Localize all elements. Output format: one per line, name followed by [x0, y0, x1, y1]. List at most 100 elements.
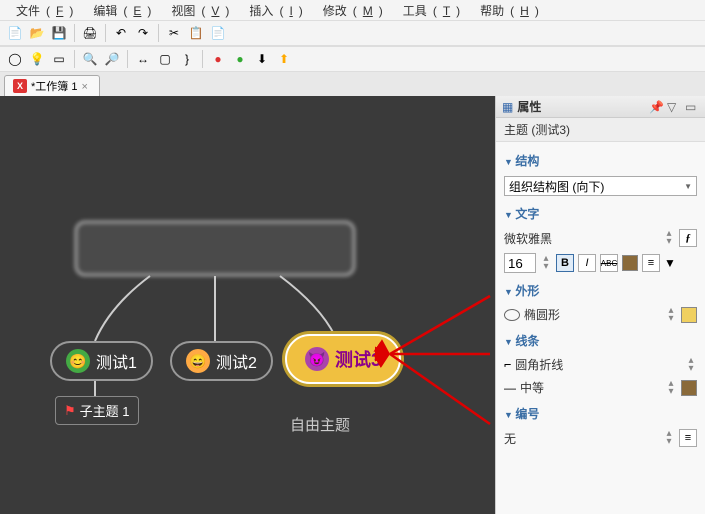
font-italic-f-icon[interactable]: ƒ: [679, 229, 697, 247]
panel-header: ▦ 属性 📌 ▽ ▭: [496, 96, 705, 118]
menu-view[interactable]: 视图(V): [159, 0, 235, 21]
node-test1[interactable]: 😊 测试1: [50, 341, 153, 381]
structure-value: 组织结构图 (向下): [509, 178, 604, 195]
minimize-icon[interactable]: ▽: [667, 100, 681, 114]
cut-icon[interactable]: ✂: [165, 24, 183, 42]
section-structure[interactable]: 结构: [504, 146, 697, 173]
separator: [202, 50, 203, 68]
menu-insert[interactable]: 插入(I): [237, 0, 308, 21]
print-icon[interactable]: 🖨: [81, 24, 99, 42]
zoom-out-icon[interactable]: 🔍: [81, 50, 99, 68]
menu-file[interactable]: 文件(F): [4, 0, 79, 21]
strike-button[interactable]: ABC: [600, 254, 618, 272]
text-color-swatch[interactable]: [622, 255, 638, 271]
separator: [74, 50, 75, 68]
line-weight-spinner[interactable]: ▴▾: [665, 380, 677, 396]
node-label: 测试3: [335, 346, 381, 372]
chevron-down-icon[interactable]: ▼: [664, 256, 676, 270]
node-icon[interactable]: ◯: [6, 50, 24, 68]
free-topic-label: 自由主题: [290, 414, 350, 435]
boundary-icon[interactable]: ▢: [156, 50, 174, 68]
line-angle-icon: ⌐: [504, 358, 511, 372]
size-spinner[interactable]: ▴▾: [540, 255, 552, 271]
node-label: 测试1: [96, 349, 137, 373]
redo-icon[interactable]: ↷: [134, 24, 152, 42]
ellipse-icon: [504, 309, 520, 321]
section-line[interactable]: 线条: [504, 326, 697, 353]
up-icon[interactable]: ⬆: [275, 50, 293, 68]
separator: [127, 50, 128, 68]
separator: [105, 24, 106, 42]
panel-icon: ▦: [502, 100, 513, 114]
smile-icon: 😊: [66, 349, 90, 373]
annotation-arrows: [0, 96, 495, 514]
font-spinner[interactable]: ▴▾: [663, 230, 675, 246]
line-color-swatch[interactable]: [681, 380, 697, 396]
line-style-spinner[interactable]: ▴▾: [685, 357, 697, 373]
new-icon[interactable]: 📄: [6, 24, 24, 42]
xmind-icon: X: [13, 79, 27, 93]
relation-icon[interactable]: ↔: [134, 50, 152, 68]
marker-green-icon[interactable]: ●: [231, 50, 249, 68]
properties-panel: ▦ 属性 📌 ▽ ▭ 主题 (测试3) 结构 组织结构图 (向下) ▼ 文字 微…: [495, 96, 705, 514]
branch-lines: [0, 96, 495, 514]
tab-title: *工作簿 1: [31, 78, 77, 94]
structure-select[interactable]: 组织结构图 (向下) ▼: [504, 176, 697, 196]
drill-icon[interactable]: ⬇: [253, 50, 271, 68]
bold-button[interactable]: B: [556, 254, 574, 272]
paste-icon[interactable]: 📄: [209, 24, 227, 42]
menu-icon[interactable]: ▭: [685, 100, 699, 114]
separator: [74, 24, 75, 42]
copy-icon[interactable]: 📋: [187, 24, 205, 42]
section-text[interactable]: 文字: [504, 199, 697, 226]
number-value[interactable]: 无: [504, 430, 659, 447]
shape-color-swatch[interactable]: [681, 307, 697, 323]
laugh-icon: 😄: [186, 349, 210, 373]
font-name[interactable]: 微软雅黑: [504, 230, 659, 247]
line-weight-icon: —: [504, 381, 516, 395]
tab-bar: X *工作簿 1 ×: [0, 72, 705, 96]
panel-body: 结构 组织结构图 (向下) ▼ 文字 微软雅黑 ▴▾ ƒ ▴▾ B I ABC: [496, 142, 705, 514]
menu-tools[interactable]: 工具(T): [391, 0, 466, 21]
line-style[interactable]: 圆角折线: [515, 356, 681, 373]
number-format-button[interactable]: ≡: [679, 429, 697, 447]
section-number[interactable]: 编号: [504, 399, 697, 426]
menu-modify[interactable]: 修改(M): [311, 0, 389, 21]
flag-icon: ⚑: [64, 403, 76, 419]
node-test3[interactable]: 😈 测试3: [285, 334, 401, 384]
node-test2[interactable]: 😄 测试2: [170, 341, 273, 381]
cool-icon: 😈: [305, 347, 329, 371]
save-icon[interactable]: 💾: [50, 24, 68, 42]
lightbulb-icon[interactable]: 💡: [28, 50, 46, 68]
node-label: 测试2: [216, 349, 257, 373]
line-weight[interactable]: 中等: [520, 379, 661, 396]
menu-help[interactable]: 帮助(H): [468, 0, 545, 21]
panel-title: 属性: [517, 98, 645, 115]
separator: [158, 24, 159, 42]
italic-button[interactable]: I: [578, 254, 596, 272]
chevron-down-icon: ▼: [684, 182, 692, 191]
menu-edit[interactable]: 编辑(E): [81, 0, 157, 21]
shape-value[interactable]: 椭圆形: [524, 306, 661, 323]
subtopic-label: 子主题 1: [80, 401, 130, 420]
mindmap-canvas[interactable]: 😊 测试1 😄 测试2 😈 测试3 ⚑ 子主题 1 自由主题: [0, 96, 495, 514]
subtopic[interactable]: ⚑ 子主题 1: [55, 396, 139, 425]
topic-icon[interactable]: ▭: [50, 50, 68, 68]
marker-red-icon[interactable]: ●: [209, 50, 227, 68]
shape-spinner[interactable]: ▴▾: [665, 307, 677, 323]
toolbar-1: 📄 📂 💾 🖨 ↶ ↷ ✂ 📋 📄: [0, 20, 705, 46]
root-topic[interactable]: [75, 221, 355, 276]
number-spinner[interactable]: ▴▾: [663, 430, 675, 446]
undo-icon[interactable]: ↶: [112, 24, 130, 42]
font-size-input[interactable]: [504, 253, 536, 273]
summary-icon[interactable]: }: [178, 50, 196, 68]
pin-icon[interactable]: 📌: [649, 100, 663, 114]
menu-bar: 文件(F) 编辑(E) 视图(V) 插入(I) 修改(M) 工具(T) 帮助(H…: [0, 0, 705, 20]
close-tab-icon[interactable]: ×: [81, 81, 91, 91]
document-tab[interactable]: X *工作簿 1 ×: [4, 75, 100, 96]
open-icon[interactable]: 📂: [28, 24, 46, 42]
align-button[interactable]: ≡: [642, 254, 660, 272]
zoom-in-icon[interactable]: 🔎: [103, 50, 121, 68]
section-shape[interactable]: 外形: [504, 276, 697, 303]
toolbar-2: ◯ 💡 ▭ 🔍 🔎 ↔ ▢ } ● ● ⬇ ⬆: [0, 46, 705, 72]
